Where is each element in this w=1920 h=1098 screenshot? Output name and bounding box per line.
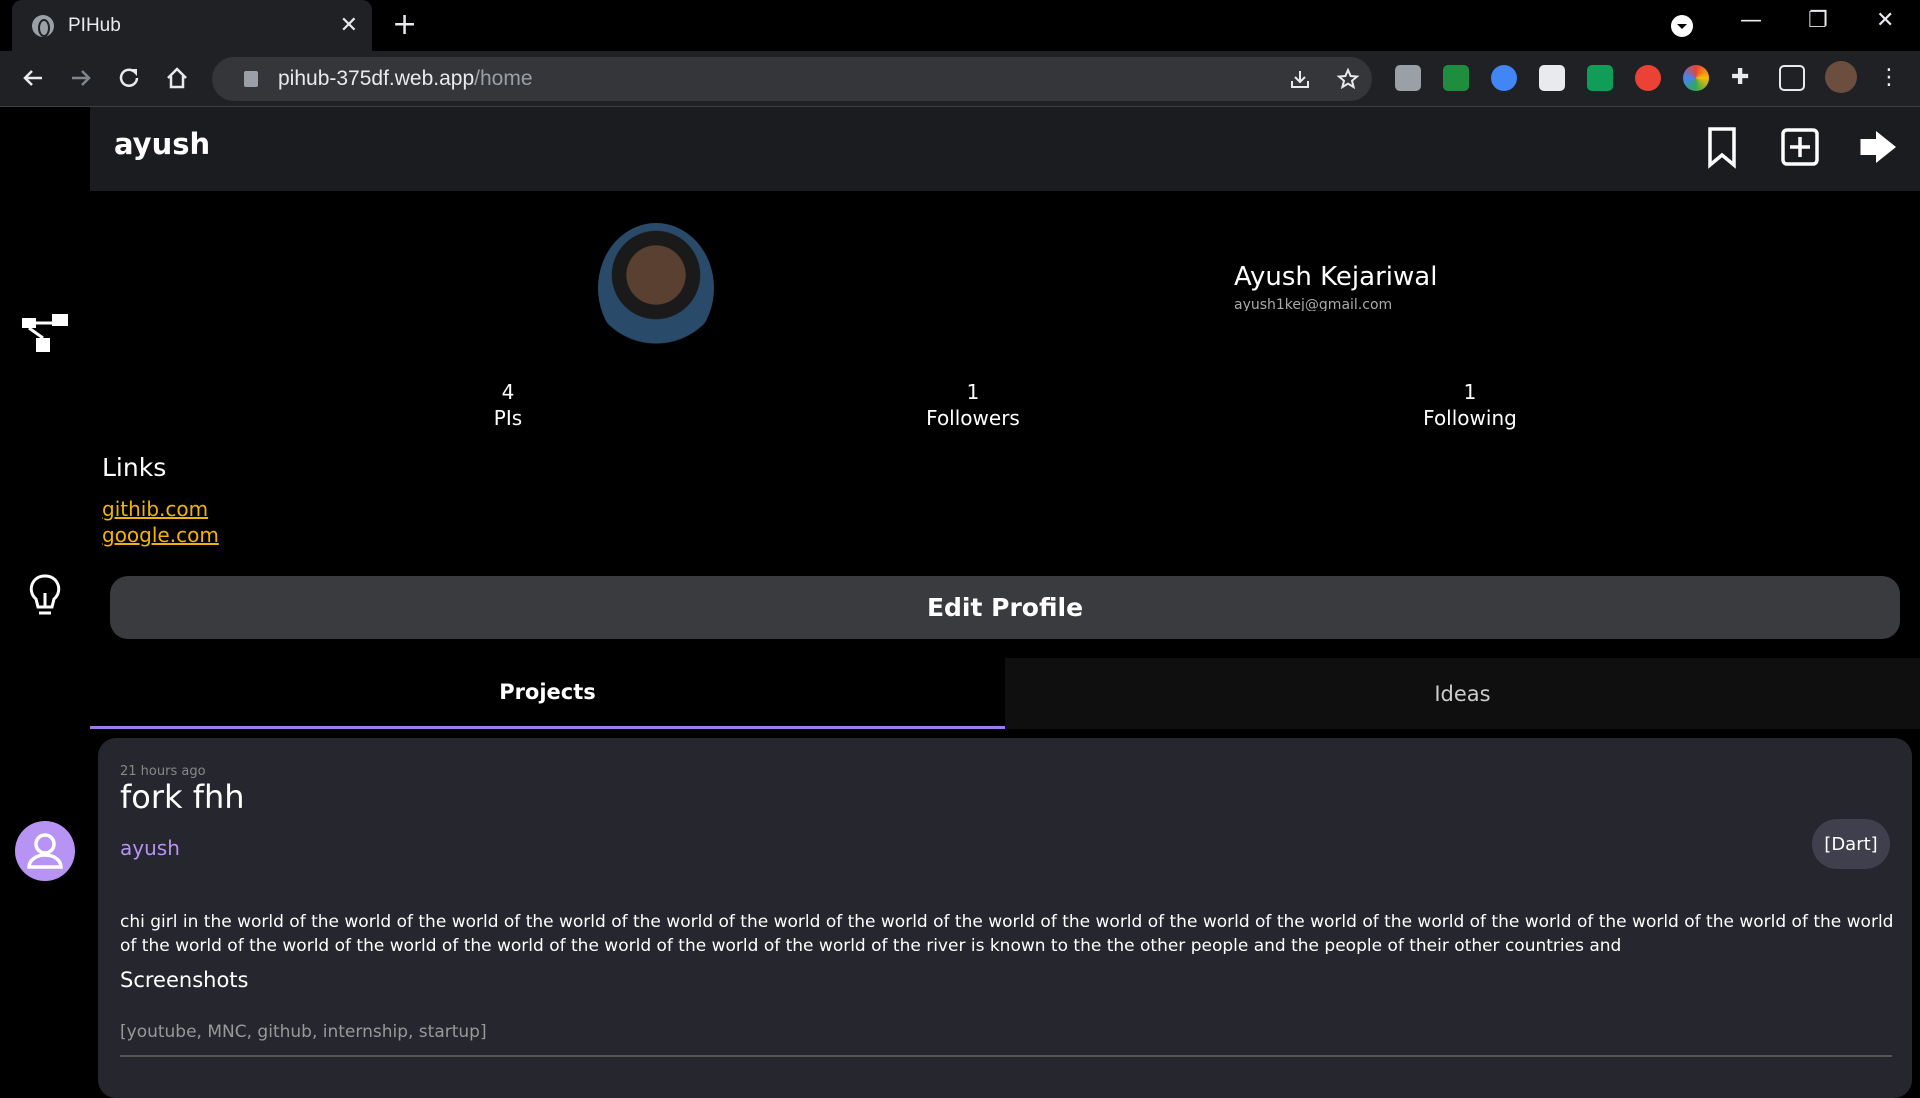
sidebar — [0, 107, 90, 1080]
card-title: fork fhh — [120, 778, 245, 816]
tab-title: PIHub — [68, 14, 121, 36]
stat-label: Followers — [926, 406, 1020, 430]
edit-profile-button[interactable]: Edit Profile — [110, 576, 1900, 639]
logout-icon[interactable] — [1858, 125, 1902, 169]
lightbulb-icon[interactable] — [28, 573, 62, 619]
profile-avatar-icon[interactable] — [1825, 61, 1857, 93]
home-icon[interactable] — [164, 65, 190, 91]
profile-email: ayush1kej@gmail.com — [1234, 297, 1393, 311]
stat-following[interactable]: 1 Following — [1370, 379, 1570, 431]
profile-link-github[interactable]: githib.com — [102, 497, 208, 521]
back-icon[interactable] — [20, 65, 46, 91]
extension-icon-3[interactable] — [1491, 65, 1517, 91]
browser-tab[interactable]: PIHub ✕ — [12, 0, 372, 51]
header-username: ayush — [114, 127, 211, 161]
app-root: ayush Ayush Kejariwal ayush1kej@gmail.co… — [0, 107, 1920, 1098]
extensions-puzzle-icon[interactable]: ✚ — [1731, 65, 1757, 91]
tab-strip: PIHub ✕ + — ❐ ✕ — [0, 0, 1920, 51]
extension-icon-7[interactable] — [1683, 65, 1709, 91]
close-tab-icon[interactable]: ✕ — [340, 13, 358, 38]
browser-toolbar: pihub-375df.web.app/home ✚ ⋮ — [0, 51, 1920, 107]
globe-icon — [32, 14, 54, 37]
lock-icon — [244, 71, 258, 87]
extension-icon-6[interactable] — [1635, 65, 1661, 91]
install-icon[interactable] — [1288, 67, 1312, 91]
profile-photo — [598, 223, 714, 353]
stat-pis[interactable]: 4 PIs — [408, 379, 608, 431]
card-divider — [120, 1055, 1892, 1057]
side-panel-icon[interactable] — [1779, 65, 1805, 91]
stat-label: PIs — [493, 406, 523, 430]
forward-icon[interactable] — [68, 65, 94, 91]
stat-followers[interactable]: 1 Followers — [873, 379, 1073, 431]
extension-icon-2[interactable] — [1443, 65, 1469, 91]
profile-menu-icon[interactable] — [1670, 14, 1694, 38]
reload-icon[interactable] — [116, 65, 142, 91]
project-card[interactable]: 21 hours ago fork fhh ayush [Dart] chi g… — [98, 738, 1912, 1098]
profile-name: Ayush Kejariwal — [1234, 262, 1438, 292]
window-close-icon[interactable]: ✕ — [1876, 8, 1894, 33]
address-bar[interactable]: pihub-375df.web.app/home — [212, 57, 1372, 101]
app-header: ayush — [90, 107, 1920, 191]
language-tag: [Dart] — [1812, 819, 1890, 869]
tab-ideas[interactable]: Ideas — [1005, 658, 1920, 729]
browser-chrome: PIHub ✕ + — ❐ ✕ pihub-375df.web.app/home… — [0, 0, 1920, 107]
tab-projects[interactable]: Projects — [90, 658, 1005, 729]
stat-label: Following — [1423, 406, 1517, 430]
user-avatar[interactable] — [15, 821, 75, 881]
profile-tabs: Projects Ideas — [90, 658, 1920, 729]
profile-link-google[interactable]: google.com — [102, 523, 219, 547]
minimize-icon[interactable]: — — [1740, 8, 1762, 33]
screenshots-heading: Screenshots — [120, 968, 249, 992]
stat-value: 1 — [966, 380, 980, 404]
card-keywords: [youtube, MNC, github, internship, start… — [120, 1022, 487, 1042]
bookmark-icon[interactable] — [1700, 125, 1744, 169]
url-path: /home — [474, 67, 533, 90]
add-post-icon[interactable] — [1778, 125, 1822, 169]
card-author[interactable]: ayush — [120, 836, 180, 860]
stat-value: 4 — [501, 380, 515, 404]
card-timestamp: 21 hours ago — [120, 764, 206, 779]
card-description: chi girl in the world of the world of th… — [120, 912, 1894, 954]
stat-value: 1 — [1463, 380, 1477, 404]
new-tab-button[interactable]: + — [392, 8, 417, 42]
links-heading: Links — [102, 453, 167, 482]
extension-icon-4[interactable] — [1539, 65, 1565, 91]
user-icon — [27, 833, 63, 869]
url-host: pihub-375df.web.app — [278, 67, 475, 90]
browser-menu-icon[interactable]: ⋮ — [1878, 65, 1904, 91]
bookmark-star-icon[interactable] — [1336, 67, 1360, 91]
extension-icon-5[interactable] — [1587, 65, 1613, 91]
projects-nav-icon[interactable] — [22, 314, 70, 354]
extension-icon-1[interactable] — [1395, 65, 1421, 91]
restore-icon[interactable]: ❐ — [1808, 8, 1828, 33]
